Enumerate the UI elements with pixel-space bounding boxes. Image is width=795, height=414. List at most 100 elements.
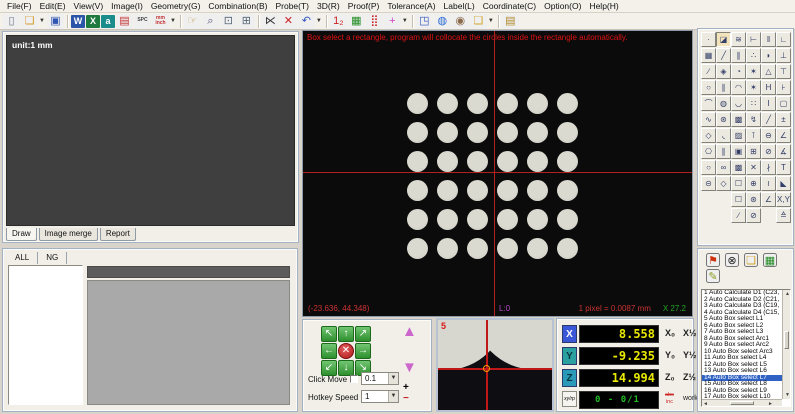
array-program-icon[interactable]: ▦ xyxy=(763,253,777,267)
work-coordinate-button[interactable]: work xyxy=(683,395,698,402)
jog-up-left-button[interactable]: ↖ xyxy=(321,326,337,342)
axis-y-zero-button[interactable]: Y₀ xyxy=(665,350,675,360)
jog-stop-button[interactable]: ✕ xyxy=(338,343,354,359)
speed-plus-button[interactable]: + xyxy=(403,383,409,392)
geometry-tool-icon-r12c6[interactable]: ≙ xyxy=(776,208,791,223)
results-grid-body[interactable] xyxy=(87,280,290,405)
run-program-icon[interactable]: ⚑ xyxy=(706,253,720,267)
magnifier-icon[interactable]: ⌕ xyxy=(202,14,219,29)
new-document-icon[interactable]: ▯ xyxy=(3,14,20,29)
horizontal-scrollbar[interactable]: ◄ ► xyxy=(702,399,782,406)
geometry-tool-icon-r9c1[interactable]: ○ xyxy=(701,160,716,175)
axis-y-half-button[interactable]: Y½ xyxy=(683,350,697,360)
open-file-icon-dropdown[interactable]: ▼ xyxy=(39,18,45,24)
jog-up-right-button[interactable]: ↗ xyxy=(355,326,371,342)
abs-inc-toggle-button[interactable]: absinc xyxy=(665,392,674,405)
geometry-tool-icon-r10c3[interactable]: ☐ xyxy=(731,176,746,191)
menu-item-edit-e[interactable]: Edit(E) xyxy=(36,0,70,12)
geometry-tool-icon-r2c2[interactable]: ╱ xyxy=(716,48,731,63)
geometry-tool-icon-r2c3[interactable]: ∥ xyxy=(731,48,746,63)
scrollbar-thumb[interactable] xyxy=(730,401,754,405)
geometry-tool-icon-r9c4[interactable]: ✕ xyxy=(746,160,761,175)
geometry-tool-icon-r12c4[interactable]: ⊘ xyxy=(746,208,761,223)
save-icon[interactable]: ▣ xyxy=(47,14,64,29)
geometry-tool-icon-r7c5[interactable]: ⊖ xyxy=(761,128,776,143)
zoom-region-icon[interactable]: ⊡ xyxy=(220,14,237,29)
jog-fast-down-button[interactable]: ▼ xyxy=(402,361,417,375)
geometry-tool-icon-r6c5[interactable]: ╱ xyxy=(761,112,776,127)
delete-icon[interactable]: ✕ xyxy=(280,14,297,29)
results-list[interactable] xyxy=(8,265,83,405)
jog-fast-up-button[interactable]: ▲ xyxy=(402,325,417,339)
geometry-tool-icon-r2c6[interactable]: ⊥ xyxy=(776,48,791,63)
menu-item-coordinate-c[interactable]: Coordinate(C) xyxy=(479,0,540,12)
geometry-tool-icon-r11c6[interactable]: X,Y xyxy=(776,192,791,207)
axis-z-button[interactable]: Z xyxy=(562,369,577,387)
geometry-tool-icon-r6c6[interactable]: ± xyxy=(776,112,791,127)
geometry-tool-icon-r10c1[interactable]: ⊝ xyxy=(701,176,716,191)
program-folder-icon[interactable]: ❏ xyxy=(470,14,487,29)
edit-box-icon[interactable]: ◳ xyxy=(416,14,433,29)
modify-program-icon[interactable]: ✎ xyxy=(706,269,720,283)
chevron-down-icon[interactable]: ▼ xyxy=(388,373,398,384)
camera-view[interactable]: Box select a rectangle, program will col… xyxy=(302,30,693,317)
geometry-tool-icon-r1c6[interactable]: ∟ xyxy=(776,32,791,47)
geometry-tool-icon-r1c2[interactable]: ◪ xyxy=(716,32,731,47)
geometry-tool-icon-r6c4[interactable]: ↯ xyxy=(746,112,761,127)
geometry-tool-icon-r7c2[interactable]: ◟ xyxy=(716,128,731,143)
geometry-tool-icon-r10c2[interactable]: ◇ xyxy=(716,176,731,191)
geometry-tool-icon-r8c1[interactable]: ⎔ xyxy=(701,144,716,159)
pointer-select-icon[interactable]: ⋉ xyxy=(262,14,279,29)
menu-item-probe-t[interactable]: Probe(T) xyxy=(271,0,313,12)
geometry-tool-icon-r4c4[interactable]: ✶ xyxy=(746,80,761,95)
export-excel-icon[interactable]: X xyxy=(86,15,100,28)
tab-all[interactable]: ALL xyxy=(7,252,38,264)
geometry-tool-icon-r3c4[interactable]: ✶ xyxy=(746,64,761,79)
menu-item-proof-p[interactable]: Proof(P) xyxy=(344,0,384,12)
axis-y-button[interactable]: Y xyxy=(562,347,577,365)
scroll-down-icon[interactable]: ▼ xyxy=(785,392,790,398)
jog-up-button[interactable]: ↑ xyxy=(338,326,354,342)
export-a-icon[interactable]: a xyxy=(101,15,115,28)
geometry-tool-icon-r9c3[interactable]: ▩ xyxy=(731,160,746,175)
click-move-step-select[interactable]: 0.1 ▼ xyxy=(361,372,399,385)
axis-x-zero-button[interactable]: X₀ xyxy=(665,328,675,338)
geometry-tool-icon-r11c4[interactable]: ⊛ xyxy=(746,192,761,207)
geometry-tool-icon-r7c1[interactable]: ◇ xyxy=(701,128,716,143)
undo-icon-dropdown[interactable]: ▼ xyxy=(316,18,322,24)
geometry-tool-icon-r10c5[interactable]: ≀ xyxy=(761,176,776,191)
geometry-tool-icon-r4c3[interactable]: ◠ xyxy=(731,80,746,95)
geometry-tool-icon-r9c5[interactable]: ∤ xyxy=(761,160,776,175)
speed-minus-button[interactable]: − xyxy=(403,394,409,403)
geometry-tool-icon-r1c1[interactable]: · xyxy=(701,32,716,47)
crosshair-icon-dropdown[interactable]: ▼ xyxy=(402,18,408,24)
mm-inch-toggle-icon[interactable]: mm inch xyxy=(152,14,169,29)
chevron-down-icon[interactable]: ▼ xyxy=(388,391,398,402)
draw-canvas[interactable]: unit:1 mm xyxy=(6,35,295,226)
stop-program-icon[interactable]: ⊗ xyxy=(725,253,739,267)
geometry-tool-icon-r8c3[interactable]: ▣ xyxy=(731,144,746,159)
geometry-tool-icon-r3c5[interactable]: △ xyxy=(761,64,776,79)
mm-inch-toggle-icon-dropdown[interactable]: ▼ xyxy=(170,18,176,24)
geometry-tool-icon-r3c6[interactable]: ⊤ xyxy=(776,64,791,79)
numbering-icon[interactable]: 1₂ xyxy=(330,14,347,29)
scroll-left-icon[interactable]: ◄ xyxy=(703,401,708,407)
xy-mode-button[interactable]: xy/rp xyxy=(562,391,577,407)
geometry-tool-icon-r9c2[interactable]: ∞ xyxy=(716,160,731,175)
menu-item-geometry-g[interactable]: Geometry(G) xyxy=(147,0,205,12)
menu-item-option-o[interactable]: Option(O) xyxy=(540,0,585,12)
jog-left-button[interactable]: ← xyxy=(321,343,337,359)
pan-hand-icon[interactable]: ☞ xyxy=(184,14,201,29)
geometry-tool-icon-r3c3[interactable]: ◔ xyxy=(731,64,746,79)
geometry-tool-icon-r4c2[interactable]: ∥ xyxy=(716,80,731,95)
geometry-tool-icon-r1c3[interactable]: ≋ xyxy=(731,32,746,47)
geometry-tool-icon-r9c6[interactable]: Τ xyxy=(776,160,791,175)
geometry-tool-icon-r6c1[interactable]: ∿ xyxy=(701,112,716,127)
tab-image-merge[interactable]: Image merge xyxy=(39,228,98,241)
zoom-window-icon[interactable]: ⊞ xyxy=(238,14,255,29)
geometry-tool-icon-r5c2[interactable]: ◍ xyxy=(716,96,731,111)
menu-item-tolerance-a[interactable]: Tolerance(A) xyxy=(383,0,439,12)
geometry-tool-icon-r11c5[interactable]: ∠ xyxy=(761,192,776,207)
scroll-up-icon[interactable]: ▲ xyxy=(785,291,790,297)
vertical-scrollbar[interactable]: ▲ ▼ xyxy=(782,290,790,399)
